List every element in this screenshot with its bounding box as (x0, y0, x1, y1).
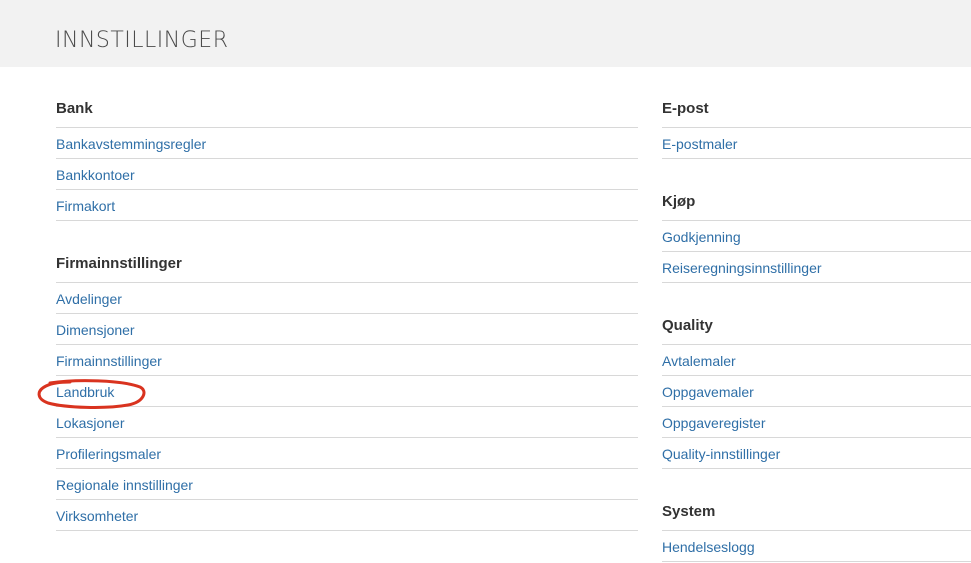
section-e-post: E-post E-postmaler (662, 91, 971, 159)
settings-column-right: E-post E-postmaler Kjøp Godkjenning Reis… (662, 91, 971, 562)
section-kjop: Kjøp Godkjenning Reiseregningsinnstillin… (662, 184, 971, 283)
link-oppgavemaler[interactable]: Oppgavemaler (662, 384, 754, 400)
link-hendelseslogg[interactable]: Hendelseslogg (662, 539, 755, 555)
list-item: Lokasjoner (56, 407, 638, 438)
section-title-e-post: E-post (662, 91, 971, 128)
link-bankkontoer[interactable]: Bankkontoer (56, 167, 135, 183)
section-title-kjop: Kjøp (662, 184, 971, 221)
link-avdelinger[interactable]: Avdelinger (56, 291, 122, 307)
link-reiseregningsinnstillinger[interactable]: Reiseregningsinnstillinger (662, 260, 822, 276)
section-bank: Bank Bankavstemmingsregler Bankkontoer F… (56, 91, 638, 221)
link-avtalemaler[interactable]: Avtalemaler (662, 353, 736, 369)
section-quality: Quality Avtalemaler Oppgavemaler Oppgave… (662, 308, 971, 469)
list-item: E-postmaler (662, 128, 971, 159)
link-lokasjoner[interactable]: Lokasjoner (56, 415, 125, 431)
section-system: System Hendelseslogg (662, 494, 971, 562)
page-title: INNSTILLINGER (55, 28, 229, 53)
list-item: Dimensjoner (56, 314, 638, 345)
link-godkjenning[interactable]: Godkjenning (662, 229, 741, 245)
list-item: Virksomheter (56, 500, 638, 531)
list-item: Regionale innstillinger (56, 469, 638, 500)
link-profileringsmaler[interactable]: Profileringsmaler (56, 446, 161, 462)
link-firmainnstillinger[interactable]: Firmainnstillinger (56, 353, 162, 369)
link-quality-innstillinger[interactable]: Quality-innstillinger (662, 446, 780, 462)
link-virksomheter[interactable]: Virksomheter (56, 508, 138, 524)
list-item: Reiseregningsinnstillinger (662, 252, 971, 283)
list-item: Avdelinger (56, 283, 638, 314)
settings-column-left: Bank Bankavstemmingsregler Bankkontoer F… (56, 91, 638, 531)
link-e-postmaler[interactable]: E-postmaler (662, 136, 737, 152)
page-header: INNSTILLINGER (0, 0, 971, 67)
section-title-bank: Bank (56, 91, 638, 128)
section-title-system: System (662, 494, 971, 531)
list-item: Oppgaveregister (662, 407, 971, 438)
list-item: Bankavstemmingsregler (56, 128, 638, 159)
list-item: Profileringsmaler (56, 438, 638, 469)
list-item: Oppgavemaler (662, 376, 971, 407)
list-item: Landbruk (56, 376, 638, 407)
link-oppgaveregister[interactable]: Oppgaveregister (662, 415, 766, 431)
link-firmakort[interactable]: Firmakort (56, 198, 115, 214)
section-title-quality: Quality (662, 308, 971, 345)
list-item: Godkjenning (662, 221, 971, 252)
link-landbruk[interactable]: Landbruk (56, 384, 114, 400)
link-bankavstemmingsregler[interactable]: Bankavstemmingsregler (56, 136, 206, 152)
list-item: Quality-innstillinger (662, 438, 971, 469)
list-item: Avtalemaler (662, 345, 971, 376)
link-dimensjoner[interactable]: Dimensjoner (56, 322, 135, 338)
list-item: Bankkontoer (56, 159, 638, 190)
list-item: Hendelseslogg (662, 531, 971, 562)
list-item: Firmakort (56, 190, 638, 221)
list-item: Firmainnstillinger (56, 345, 638, 376)
link-regionale-innstillinger[interactable]: Regionale innstillinger (56, 477, 193, 493)
section-title-firmainnstillinger: Firmainnstillinger (56, 246, 638, 283)
section-firmainnstillinger: Firmainnstillinger Avdelinger Dimensjone… (56, 246, 638, 531)
